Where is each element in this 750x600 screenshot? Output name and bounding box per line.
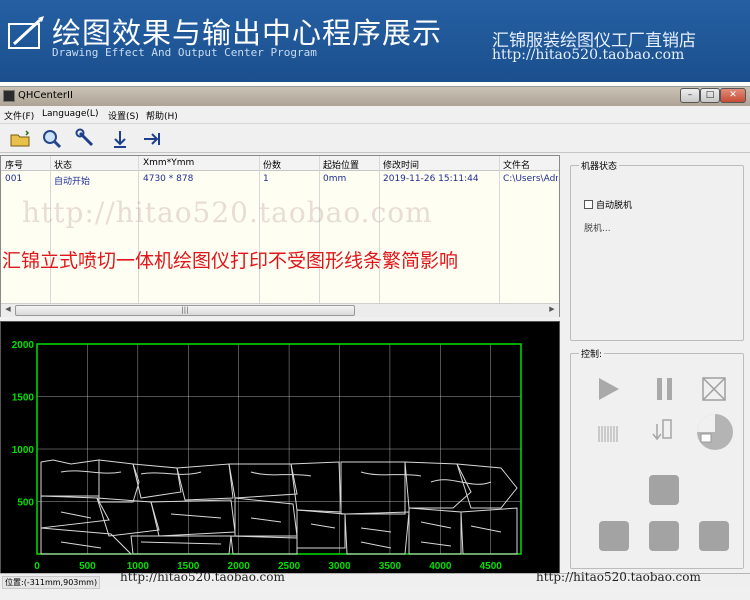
ruler-pencil-logo-icon [8, 16, 44, 49]
x-tick-label: 0 [34, 561, 40, 572]
control-label: 控制: [579, 347, 605, 360]
column-header[interactable]: 状态 [54, 158, 72, 171]
control-group: 控制: [570, 347, 744, 569]
watermark-text: http://hitao520.taobao.com [22, 196, 433, 229]
app-icon [3, 90, 15, 102]
x-tick-label: 4500 [480, 561, 503, 572]
watermark-bottom-left: http://hitao520.taobao.com [120, 570, 285, 584]
menu-bar: 文件(F) Language(L) 设置(S) 帮助(H) [0, 107, 750, 122]
move-right-button[interactable] [698, 520, 730, 552]
close-button[interactable]: ✕ [720, 88, 746, 103]
cut-pattern-icon[interactable] [593, 418, 623, 448]
scroll-right-icon[interactable]: ▶ [546, 305, 558, 316]
y-tick-label: 1000 [12, 445, 35, 456]
download-arrow-icon[interactable] [106, 127, 134, 151]
move-up-button[interactable] [648, 474, 680, 506]
open-folder-icon[interactable] [6, 127, 34, 151]
y-tick-label: 2000 [12, 340, 35, 351]
x-tick-label: 500 [79, 561, 96, 572]
auto-eject-label: 自动脱机 [596, 201, 633, 211]
move-down-button[interactable] [648, 520, 680, 552]
app-window: QHCenterII – □ ✕ 文件(F) Language(L) 设置(S)… [0, 86, 750, 600]
x-tick-label: 3500 [379, 561, 402, 572]
y-tick-label: 500 [17, 498, 34, 509]
checkbox-box[interactable] [584, 200, 593, 209]
cell-size: 4730 * 878 [143, 174, 194, 184]
cell-status: 自动开始 [54, 177, 91, 187]
menu-file[interactable]: 文件(F) [4, 109, 34, 122]
play-icon[interactable] [593, 374, 623, 404]
cell-seq: 001 [5, 174, 23, 184]
maximize-button[interactable]: □ [700, 88, 720, 103]
machine-status-group: 机器状态 自动脱机 脱机... [570, 159, 744, 341]
scroll-thumb[interactable]: ||| [15, 305, 355, 316]
marker-preview[interactable]: 0 500 1000 1500 2000 2500 3000 3500 4000 4500 200… [0, 321, 560, 583]
side-panel: 机器状态 自动脱机 脱机... 控制: [562, 153, 750, 583]
pattern-pieces [40, 459, 518, 555]
title-bar[interactable]: QHCenterII – □ ✕ [0, 87, 750, 106]
column-divider [259, 156, 260, 304]
wrench-icon[interactable] [72, 127, 100, 151]
stop-icon[interactable] [699, 374, 729, 404]
cursor-position: 位置:(-311mm,903mm) [2, 576, 101, 589]
scroll-left-icon[interactable]: ◀ [2, 305, 14, 316]
cell-copies: 1 [263, 174, 269, 184]
pause-icon[interactable] [649, 374, 679, 404]
menu-settings[interactable]: 设置(S) [108, 109, 139, 122]
column-divider [138, 156, 139, 304]
column-divider [319, 156, 320, 304]
banner-subtitle: Drawing Effect And Output Center Program [52, 46, 317, 59]
toolbar [0, 123, 750, 153]
column-divider [499, 156, 500, 304]
column-divider [379, 156, 380, 304]
column-header[interactable]: 起始位置 [323, 158, 359, 171]
horizontal-scrollbar[interactable]: ◀ ||| ▶ [1, 303, 559, 317]
plot-grid [37, 343, 521, 554]
promo-caption: 汇锦立式喷切一体机绘图仪打印不受图形线条繁简影响 [2, 250, 459, 272]
move-left-button[interactable] [598, 520, 630, 552]
marker-canvas: 0 500 1000 1500 2000 2500 3000 3500 4000 4500 200… [12, 340, 522, 572]
minimize-button[interactable]: – [680, 88, 700, 103]
window-title: QHCenterII [18, 90, 73, 101]
speed-dial-icon[interactable] [695, 412, 735, 452]
eject-status-text: 脱机... [584, 224, 611, 234]
cell-start: 0mm [323, 174, 347, 184]
x-tick-label: 3000 [328, 561, 351, 572]
column-header[interactable]: 份数 [263, 158, 281, 171]
job-table: 序号 状态 Xmm*Ymm 份数 起始位置 修改时间 文件名 001 自动开始 … [0, 155, 560, 317]
machine-status-label: 机器状态 [579, 159, 620, 172]
column-header[interactable]: 序号 [5, 158, 23, 171]
y-axis-ticks: 2000 1500 1000 500 [12, 340, 35, 509]
auto-eject-checkbox[interactable]: 自动脱机 [584, 198, 632, 211]
send-arrow-icon[interactable] [138, 127, 166, 151]
menu-language[interactable]: Language(L) [42, 109, 98, 119]
pen-down-icon[interactable] [649, 416, 679, 448]
x-tick-label: 4000 [429, 561, 452, 572]
promo-banner: 绘图效果与输出中心程序展示 Drawing Effect And Output … [0, 0, 750, 82]
cell-filename: C:\Users\Adr [503, 174, 558, 184]
table-header: 序号 状态 Xmm*Ymm 份数 起始位置 修改时间 文件名 [1, 156, 559, 171]
watermark-bottom-right: http://hitao520.taobao.com [536, 570, 701, 584]
column-divider [50, 156, 51, 304]
column-header[interactable]: 修改时间 [383, 158, 419, 171]
y-tick-label: 1500 [12, 393, 35, 404]
zoom-icon[interactable] [38, 127, 66, 151]
shop-url[interactable]: http://hitao520.taobao.com [492, 47, 684, 63]
cell-modified: 2019-11-26 15:11:44 [383, 174, 479, 184]
column-header[interactable]: Xmm*Ymm [143, 158, 194, 168]
menu-help[interactable]: 帮助(H) [146, 109, 178, 122]
column-header[interactable]: 文件名 [503, 158, 530, 171]
